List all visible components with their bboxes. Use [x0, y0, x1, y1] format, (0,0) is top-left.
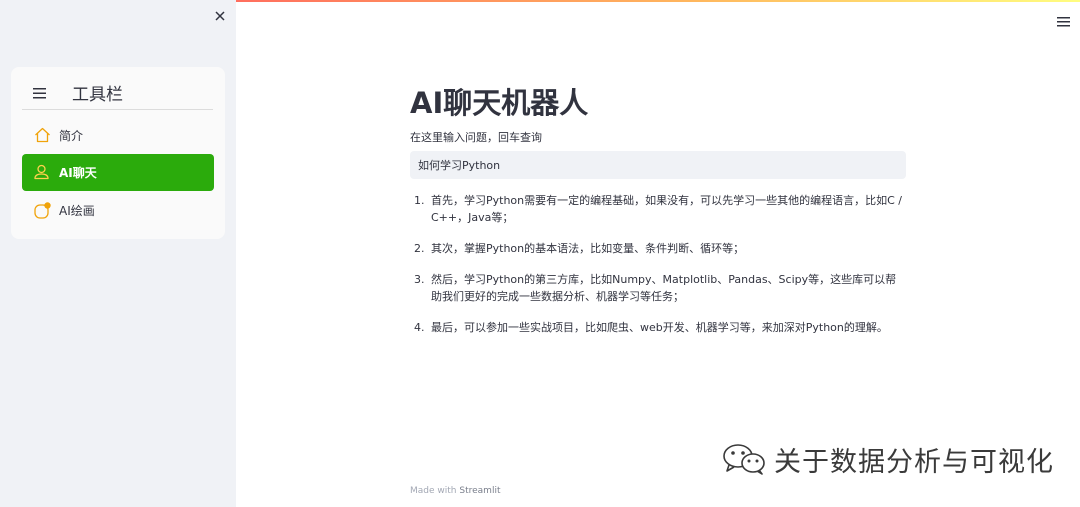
toolbar-title: 工具栏 [72, 85, 123, 105]
list-item-number: 4. [414, 321, 425, 334]
app-window: 工具栏 简介 AI聊天 AI绘画 AI聊天机器人 在这里输入问题，回车查询 如何… [0, 0, 1080, 507]
toolbar-header: 工具栏 [22, 79, 213, 110]
menu-icon [33, 88, 46, 99]
question-input[interactable] [410, 151, 906, 179]
nav-item-label: AI绘画 [59, 204, 95, 218]
nav-item-label: 简介 [59, 129, 84, 143]
main-menu-button[interactable] [1057, 12, 1070, 31]
list-item-number: 3. [414, 273, 425, 286]
answer-list: 1. 首先，学习Python需要有一定的编程基础，如果没有，可以先学习一些其他的… [410, 192, 906, 350]
list-item: 3. 然后，学习Python的第三方库，比如Numpy、Matplotlib、P… [410, 271, 906, 305]
nav-item-intro[interactable]: 简介 [22, 117, 214, 154]
nav-item-ai-chat[interactable]: AI聊天 [22, 154, 214, 191]
footer-prefix: Made with [410, 486, 457, 496]
nav-item-label: AI聊天 [59, 166, 97, 180]
sidebar: 工具栏 简介 AI聊天 AI绘画 [0, 0, 236, 507]
list-item-text: 然后，学习Python的第三方库，比如Numpy、Matplotlib、Pand… [431, 273, 897, 303]
wechat-icon [723, 444, 765, 475]
list-item-number: 1. [414, 194, 425, 207]
watermark-text: 关于数据分析与可视化 [774, 447, 1054, 478]
list-item-text: 最后，可以参加一些实战项目，比如爬虫、web开发、机器学习等，来加深对Pytho… [431, 321, 888, 334]
list-item-number: 2. [414, 242, 425, 255]
footer: Made with Streamlit [410, 486, 500, 496]
list-item: 1. 首先，学习Python需要有一定的编程基础，如果没有，可以先学习一些其他的… [410, 192, 906, 226]
house-icon [35, 127, 50, 143]
streamlit-link[interactable]: Streamlit [459, 486, 500, 496]
list-item: 2. 其次，掌握Python的基本语法，比如变量、条件判断、循环等； [410, 240, 906, 257]
toolbar-card: 工具栏 简介 AI聊天 AI绘画 [11, 67, 225, 239]
list-item: 4. 最后，可以参加一些实战项目，比如爬虫、web开发、机器学习等，来加深对Py… [410, 319, 906, 336]
close-sidebar-button[interactable] [212, 8, 228, 24]
list-item-text: 其次，掌握Python的基本语法，比如变量、条件判断、循环等； [431, 242, 745, 255]
page-title: AI聊天机器人 [410, 86, 589, 120]
hamburger-icon [1057, 17, 1070, 27]
person-icon [34, 164, 49, 180]
list-item-text: 首先，学习Python需要有一定的编程基础，如果没有，可以先学习一些其他的编程语… [431, 194, 903, 224]
close-icon [215, 11, 225, 21]
nav-item-ai-drawing[interactable]: AI绘画 [22, 192, 214, 229]
input-label: 在这里输入问题，回车查询 [410, 131, 542, 144]
badge-circle-icon [34, 202, 51, 219]
top-decoration-bar [236, 0, 1080, 2]
